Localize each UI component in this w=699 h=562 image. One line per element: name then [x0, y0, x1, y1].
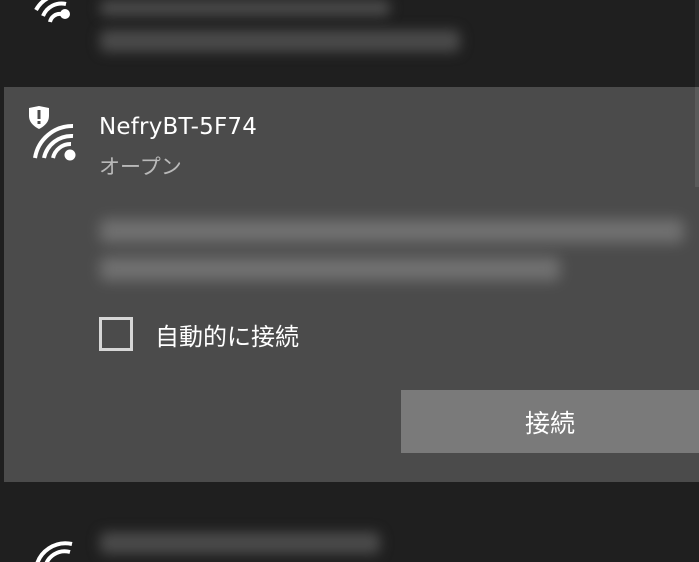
security-warning-text-blurred [100, 219, 684, 243]
auto-connect-checkbox[interactable] [99, 317, 133, 351]
network-status-blurred [100, 30, 460, 52]
network-security-status: オープン [99, 155, 182, 179]
network-ssid: NefryBT-5F74 [99, 114, 258, 140]
scrollbar-thumb[interactable] [695, 87, 699, 187]
network-card-selected[interactable]: NefryBT-5F74 オープン 自動的に接続 接続 [4, 87, 699, 482]
auto-connect-row[interactable]: 自動的に接続 [99, 314, 299, 354]
network-name-blurred [100, 532, 380, 554]
network-list-item-next[interactable] [0, 482, 699, 562]
wifi-icon [35, 541, 73, 562]
network-name-blurred [100, 0, 390, 16]
auto-connect-label[interactable]: 自動的に接続 [155, 317, 299, 352]
scrollbar-track [695, 0, 699, 87]
wifi-shield-warning-icon [29, 106, 76, 161]
connect-button[interactable]: 接続 [401, 390, 699, 453]
security-warning-text-blurred-line2 [100, 257, 560, 281]
network-list-item-previous[interactable] [0, 0, 699, 87]
wifi-network-flyout: NefryBT-5F74 オープン 自動的に接続 接続 [0, 0, 699, 562]
wifi-icon [34, 0, 70, 23]
